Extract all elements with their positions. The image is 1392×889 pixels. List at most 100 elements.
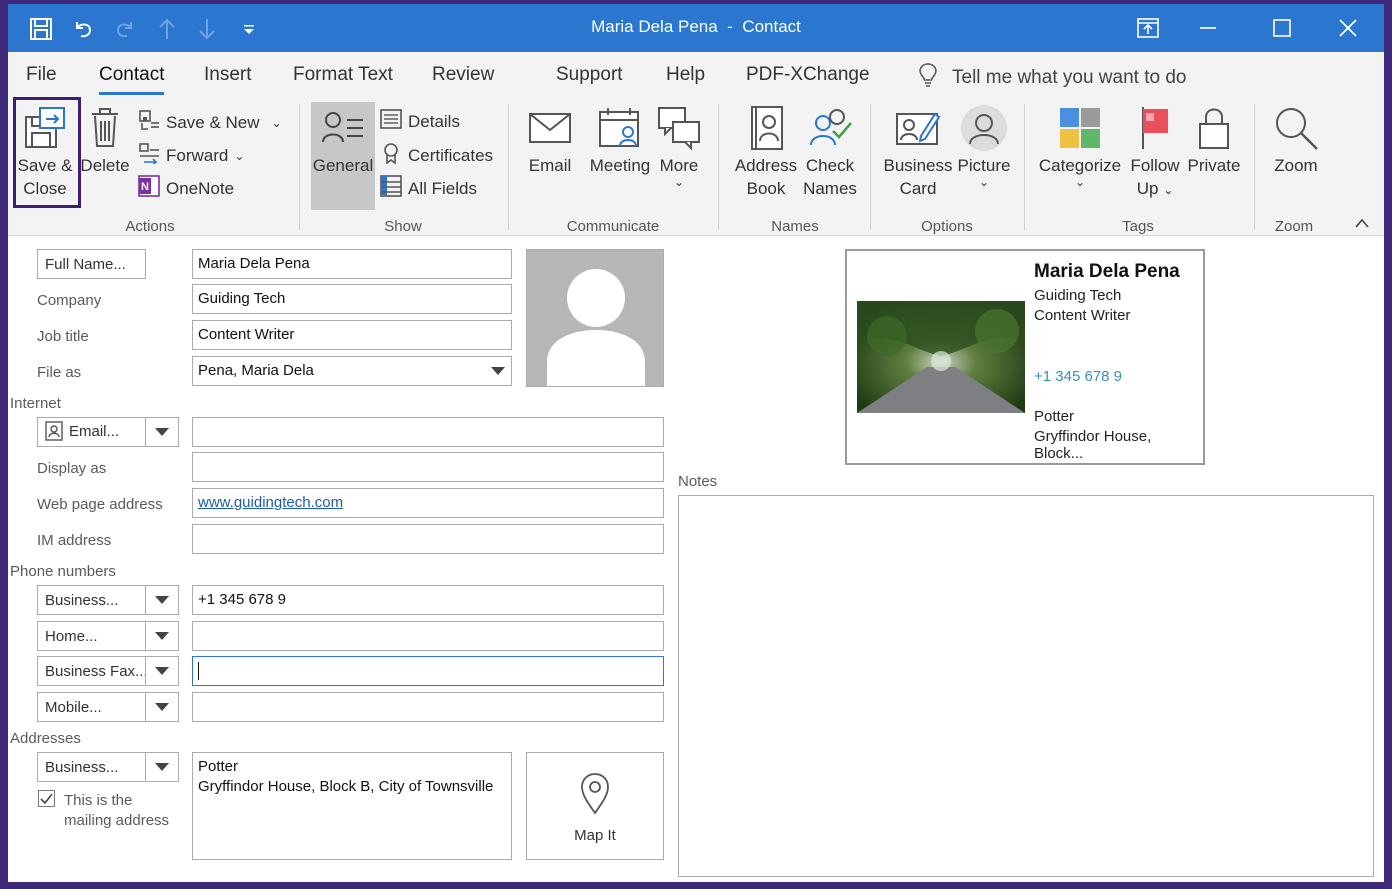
chevron-down-icon: ⌄ (271, 115, 282, 130)
forward-button[interactable]: Forward ⌄ (138, 142, 244, 169)
address-book-button[interactable]: Address Book (730, 102, 802, 200)
phone-type-dropdown[interactable] (145, 692, 179, 722)
tab-review[interactable]: Review (432, 64, 494, 86)
phone-field[interactable]: +1 345 678 9 (192, 585, 664, 615)
onenote-button[interactable]: N OneNote (138, 175, 234, 202)
envelope-icon (524, 102, 576, 154)
check-names-button[interactable]: Check Names (798, 102, 862, 200)
web-page-field[interactable]: www.guidingtech.com (192, 488, 664, 518)
delete-button[interactable]: Delete (80, 102, 130, 177)
categorize-button[interactable]: Categorize ⌄ (1038, 102, 1122, 189)
person-silhouette-icon (547, 269, 645, 386)
business-card-preview[interactable]: Maria Dela Pena Guiding Tech Content Wri… (845, 249, 1205, 465)
contact-form: Full Name... Maria Dela Pena Company Gui… (8, 237, 1384, 882)
save-close-highlight (13, 97, 81, 208)
details-icon (380, 109, 402, 134)
business-card-button[interactable]: Business Card (882, 102, 954, 200)
group-label-communicate: Communicate (566, 218, 660, 235)
more-button[interactable]: More ⌄ (656, 102, 702, 189)
tell-me-search[interactable]: Tell me what you want to do (918, 62, 1186, 94)
tab-contact[interactable]: Contact (99, 64, 165, 95)
tab-format-text[interactable]: Format Text (293, 64, 393, 86)
address-book-icon (730, 102, 802, 154)
tab-support[interactable]: Support (556, 64, 623, 86)
restore-ribbon-icon[interactable] (1128, 12, 1168, 44)
business-fax-field[interactable] (192, 656, 664, 686)
address-type-button[interactable]: Business... (37, 752, 147, 782)
contact-window: Maria Dela Pena - Contact File Contact I… (8, 4, 1384, 882)
details-button[interactable]: Details (380, 109, 460, 134)
phone-type-dropdown[interactable] (145, 656, 179, 686)
web-page-link[interactable]: www.guidingtech.com (198, 494, 343, 511)
save-new-icon (138, 109, 160, 136)
tab-file[interactable]: File (26, 64, 57, 86)
dropdown-arrow-icon (155, 595, 169, 604)
close-icon[interactable] (1328, 12, 1368, 44)
web-page-label: Web page address (37, 496, 163, 513)
certificates-button[interactable]: Certificates (380, 142, 493, 169)
private-button[interactable]: Private (1184, 102, 1244, 177)
general-button[interactable]: General (311, 102, 375, 177)
mailing-address-checkbox[interactable] (38, 790, 55, 807)
forward-icon (138, 142, 160, 169)
chevron-down-icon: ⌄ (978, 175, 990, 189)
group-label-zoom: Zoom (1274, 218, 1314, 235)
picture-button[interactable]: Picture ⌄ (954, 102, 1014, 189)
phone-type-button[interactable]: Business... (37, 585, 147, 615)
lock-icon (1184, 102, 1244, 154)
group-label-actions: Actions (125, 218, 175, 235)
phone-type-dropdown[interactable] (145, 585, 179, 615)
all-fields-icon (380, 175, 402, 202)
all-fields-button[interactable]: All Fields (380, 175, 477, 202)
card-title: Content Writer (1034, 307, 1131, 324)
trash-icon (80, 102, 130, 154)
address-type-dropdown[interactable] (145, 752, 179, 782)
group-label-names: Names (771, 218, 819, 235)
email-type-dropdown[interactable] (145, 417, 179, 447)
tab-pdf-xchange[interactable]: PDF-XChange (746, 64, 870, 86)
card-company: Guiding Tech (1034, 287, 1122, 304)
display-as-field[interactable] (192, 452, 664, 482)
file-as-select[interactable]: Pena, Maria Dela (192, 356, 512, 386)
meeting-icon (586, 102, 654, 154)
tab-insert[interactable]: Insert (204, 64, 252, 86)
full-name-button[interactable]: Full Name... (37, 249, 146, 279)
chevron-down-icon: ⌄ (1074, 175, 1086, 189)
email-type-button[interactable]: Email... (37, 417, 147, 447)
email-button[interactable]: Email (524, 102, 576, 177)
more-icon (656, 102, 702, 154)
phone-field[interactable] (192, 692, 664, 722)
internet-section-label: Internet (10, 395, 61, 412)
address-textarea[interactable]: Potter Gryffindor House, Block B, City o… (192, 752, 512, 860)
contact-card-icon (45, 421, 63, 441)
save-new-button[interactable]: Save & New ⌄ (138, 109, 282, 136)
job-title-field[interactable]: Content Writer (192, 320, 512, 350)
card-image (857, 301, 1025, 413)
window-title: Maria Dela Pena - Contact (591, 17, 801, 36)
phone-field[interactable] (192, 621, 664, 651)
dropdown-arrow-icon (155, 702, 169, 711)
full-name-field[interactable]: Maria Dela Pena (192, 249, 512, 279)
phone-type-button[interactable]: Mobile... (37, 692, 147, 722)
zoom-button[interactable]: Zoom (1266, 102, 1326, 177)
chevron-down-icon: ⌄ (1163, 183, 1174, 197)
minimize-icon[interactable] (1188, 12, 1228, 44)
company-field[interactable]: Guiding Tech (192, 284, 512, 314)
maximize-icon[interactable] (1262, 12, 1302, 44)
notes-textarea[interactable] (678, 495, 1374, 877)
collapse-ribbon-icon[interactable] (1354, 216, 1370, 234)
im-address-field[interactable] (192, 524, 664, 554)
contact-photo[interactable] (526, 249, 664, 387)
ribbon-tabs: File Contact Insert Format Text Review S… (8, 52, 1384, 96)
chevron-down-icon: ⌄ (673, 175, 685, 189)
meeting-button[interactable]: Meeting (586, 102, 654, 177)
ribbon: Save & Close Delete Save & New ⌄ Forward… (8, 96, 1384, 236)
tab-help[interactable]: Help (666, 64, 705, 86)
email-field[interactable] (192, 417, 664, 447)
phone-type-button[interactable]: Business Fax... (37, 656, 148, 686)
follow-up-button[interactable]: Follow Up ⌄ (1126, 102, 1184, 202)
phone-type-button[interactable]: Home... (37, 621, 147, 651)
ribbon-separator (508, 104, 509, 230)
phone-type-dropdown[interactable] (145, 621, 179, 651)
map-it-button[interactable]: Map It (526, 752, 664, 860)
